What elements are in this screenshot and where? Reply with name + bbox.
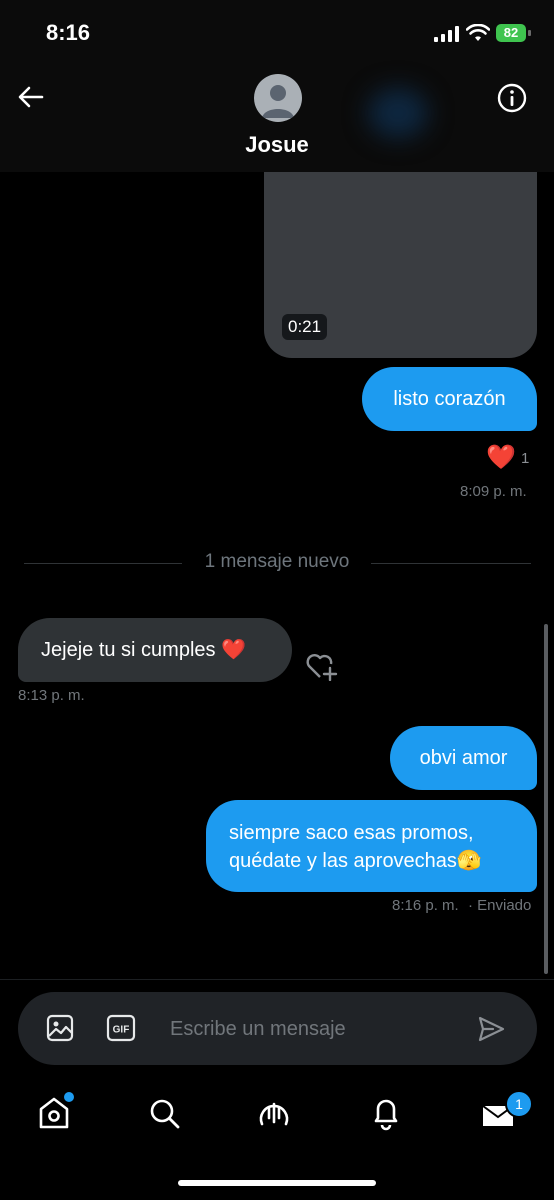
spaces-icon[interactable] bbox=[256, 1092, 292, 1132]
image-icon[interactable] bbox=[46, 1014, 74, 1042]
home-indicator bbox=[178, 1180, 376, 1186]
default-avatar-icon bbox=[262, 85, 294, 118]
battery-indicator: 82 bbox=[496, 24, 526, 42]
blurred-overlay bbox=[368, 88, 428, 138]
outgoing-message[interactable]: obvi amor bbox=[390, 726, 537, 790]
outgoing-message[interactable]: listo corazón bbox=[362, 367, 537, 431]
back-arrow-icon[interactable] bbox=[16, 82, 46, 112]
notification-dot bbox=[62, 1090, 76, 1104]
video-duration-badge: 0:21 bbox=[282, 314, 328, 340]
message-input[interactable] bbox=[170, 1013, 450, 1045]
info-icon[interactable] bbox=[496, 82, 528, 114]
heart-reaction-icon[interactable]: ❤️ bbox=[486, 443, 516, 472]
contact-name[interactable]: Josue bbox=[0, 132, 554, 158]
bell-icon[interactable] bbox=[368, 1092, 404, 1132]
message-timestamp: 8:09 p. m. bbox=[460, 483, 527, 500]
incoming-message[interactable]: Jejeje tu si cumples ❤️ bbox=[18, 618, 292, 682]
scrollbar[interactable] bbox=[544, 624, 548, 974]
add-reaction-icon[interactable] bbox=[305, 651, 339, 681]
reaction-count: 1 bbox=[521, 450, 530, 467]
message-line: quédate y las aprovechas🫣 bbox=[229, 850, 482, 872]
gif-label: GIF bbox=[113, 1025, 130, 1036]
messages-badge: 1 bbox=[505, 1090, 533, 1118]
message-timestamp: 8:13 p. m. bbox=[18, 687, 85, 704]
wifi-icon bbox=[466, 24, 490, 41]
new-messages-divider: 1 mensaje nuevo bbox=[204, 551, 350, 572]
sent-status: · Enviado bbox=[468, 897, 532, 914]
divider-line bbox=[0, 979, 554, 980]
avatar[interactable] bbox=[254, 74, 302, 122]
gif-icon[interactable]: GIF bbox=[106, 1014, 136, 1042]
message-timestamp: 8:16 p. m. bbox=[392, 897, 459, 914]
divider-line bbox=[371, 563, 531, 564]
battery-nub bbox=[528, 30, 531, 36]
send-icon[interactable] bbox=[477, 1015, 505, 1043]
message-line: siempre saco esas promos, bbox=[229, 822, 474, 844]
signal-icon bbox=[434, 26, 459, 42]
outgoing-message[interactable]: siempre saco esas promos, quédate y las … bbox=[206, 800, 537, 892]
status-time: 8:16 bbox=[46, 20, 91, 45]
search-icon[interactable] bbox=[146, 1092, 182, 1132]
